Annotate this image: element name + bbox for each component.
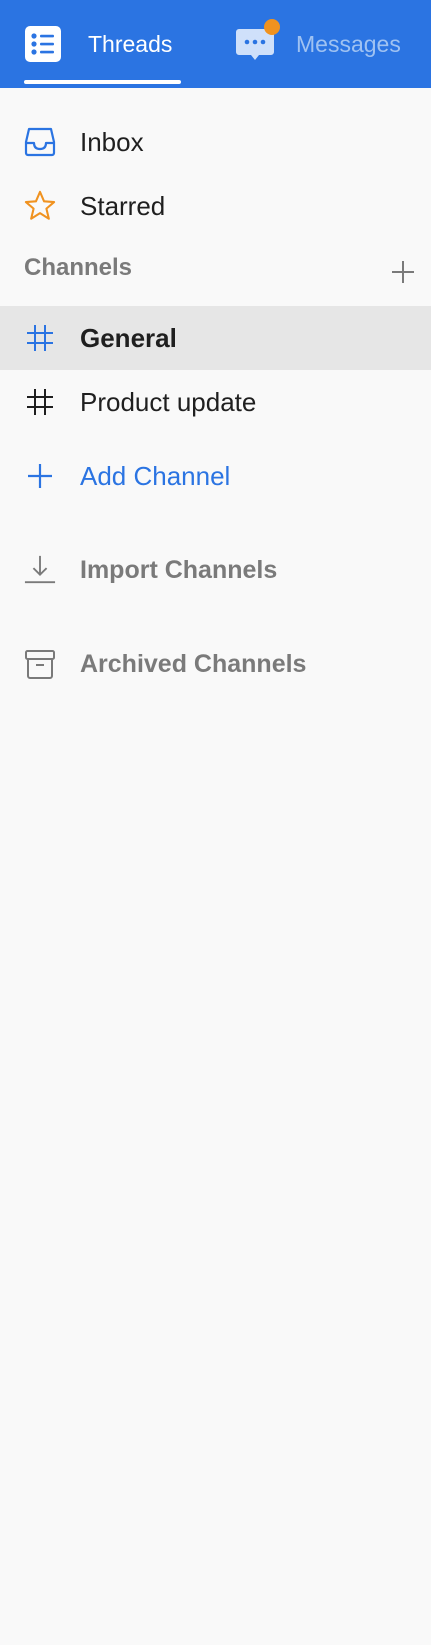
chat-bubble-icon (236, 19, 280, 63)
import-channels-button[interactable]: Import Channels (0, 538, 431, 602)
nav-item-starred-label: Starred (80, 190, 166, 221)
archived-channels-button[interactable]: Archived Channels (0, 632, 431, 696)
archived-channels-label: Archived Channels (80, 649, 307, 678)
notification-dot (264, 19, 280, 35)
nav-item-inbox[interactable]: Inbox (0, 110, 431, 174)
archive-box-icon (24, 648, 56, 680)
list-icon (24, 25, 62, 63)
top-tab-bar: Threads Messages (0, 0, 431, 88)
channel-item-product-update-label: Product update (80, 386, 257, 417)
channel-item-general-label: General (80, 322, 177, 353)
star-icon (24, 190, 56, 222)
hash-icon (24, 322, 56, 354)
tab-messages-label: Messages (296, 30, 401, 57)
add-channel-button[interactable]: Add Channel (0, 444, 431, 508)
channels-section-title: Channels (24, 254, 133, 281)
plus-icon (392, 261, 414, 283)
add-channel-plus-button[interactable] (391, 260, 415, 284)
import-channels-label: Import Channels (80, 555, 278, 584)
add-channel-label: Add Channel (80, 460, 231, 491)
active-tab-indicator (24, 80, 181, 84)
nav-item-starred[interactable]: Starred (0, 174, 431, 238)
tab-threads-label: Threads (88, 30, 173, 57)
hash-icon (24, 386, 56, 418)
tab-threads[interactable]: Threads (24, 0, 181, 88)
download-icon (24, 554, 56, 586)
inbox-tray-icon (24, 126, 56, 158)
plus-icon (24, 460, 56, 492)
channel-item-general[interactable]: General (0, 306, 431, 370)
nav-item-inbox-label: Inbox (80, 126, 144, 157)
tab-messages[interactable]: Messages (236, 0, 431, 88)
channel-item-product-update[interactable]: Product update (0, 370, 431, 434)
